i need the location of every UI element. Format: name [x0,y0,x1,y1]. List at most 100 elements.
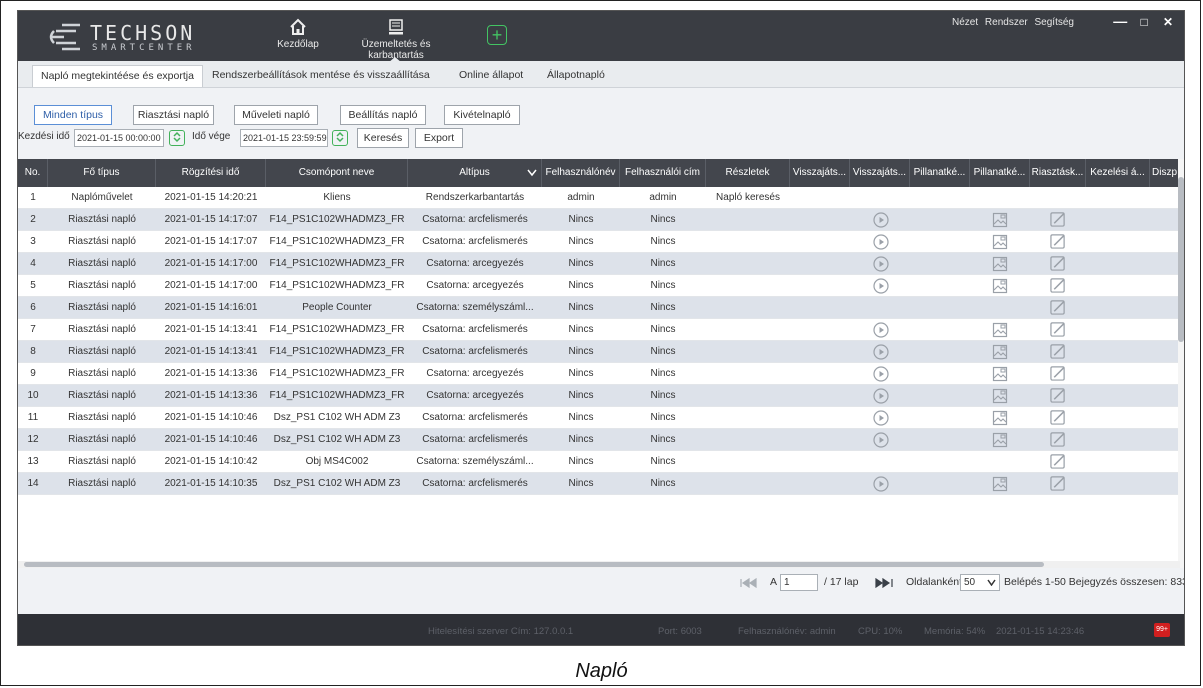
snapshot-icon[interactable] [992,476,1008,492]
snapshot-icon[interactable] [992,278,1008,294]
edit-icon[interactable] [1049,255,1067,271]
per-page-select[interactable]: 50 [960,574,1000,591]
table-row[interactable]: 10 Riasztási napló 2021-01-15 14:13:36 F14_… [18,385,1180,407]
menu-help[interactable]: Segítség [1035,17,1074,28]
first-page-icon[interactable] [739,578,765,588]
col-node-name[interactable]: Csomópont neve [266,159,408,187]
edit-icon[interactable] [1049,321,1067,337]
snapshot-icon[interactable] [992,322,1008,338]
tab-status-log[interactable]: Állapotnapló [539,65,613,87]
snapshot-icon[interactable] [992,388,1008,404]
filter-settings-log[interactable]: Beállítás napló [340,105,426,125]
cell-subtype: Csatorna: arcegyezés [426,280,524,291]
filter-all-types[interactable]: Minden típus [34,105,112,125]
col-subtype[interactable]: Altípus [408,159,542,187]
start-time-spinner[interactable] [169,130,185,146]
menu-system[interactable]: Rendszer [985,17,1028,28]
snapshot-icon[interactable] [992,344,1008,360]
menu-view[interactable]: Nézet [952,17,978,28]
nav-home[interactable]: Kezdőlap [273,17,323,57]
export-button[interactable]: Export [415,128,463,148]
tab-log-view[interactable]: Napló megtekintéése és exportja [32,65,203,87]
page-number-input[interactable]: 1 [780,574,818,591]
table-row[interactable]: 4 Riasztási napló 2021-01-15 14:17:00 F14_P… [18,253,1180,275]
edit-icon[interactable] [1049,343,1067,359]
tab-online-status[interactable]: Online állapot [451,65,531,87]
minimize-button[interactable]: — [1110,13,1130,29]
table-row[interactable]: 1 Naplóművelet 2021-01-15 14:20:21 Kliens Re… [18,187,1180,209]
table-row[interactable]: 14 Riasztási napló 2021-01-15 14:10:35 Dsz_… [18,473,1180,495]
edit-icon[interactable] [1049,475,1067,491]
col-alarm-handling[interactable]: Riasztásk... [1030,159,1086,187]
snapshot-icon[interactable] [992,432,1008,448]
edit-icon[interactable] [1049,233,1067,249]
filter-operation-log[interactable]: Műveleti napló [234,105,318,125]
col-playback-2[interactable]: Visszajáts... [850,159,910,187]
edit-icon[interactable] [1049,299,1067,315]
play-icon[interactable] [873,432,889,448]
edit-icon[interactable] [1049,453,1067,469]
snapshot-icon[interactable] [992,212,1008,228]
table-row[interactable]: 11 Riasztási napló 2021-01-15 14:10:46 Dsz_… [18,407,1180,429]
edit-icon[interactable] [1049,409,1067,425]
table-row[interactable]: 9 Riasztási napló 2021-01-15 14:13:36 F14_P… [18,363,1180,385]
play-icon[interactable] [873,476,889,492]
end-time-field[interactable]: 2021-01-15 23:59:59 [240,129,328,147]
vertical-scroll-thumb[interactable] [1178,177,1184,342]
col-main-type[interactable]: Fő típus [48,159,156,187]
col-playback-1[interactable]: Visszajáts... [790,159,850,187]
play-icon[interactable] [873,410,889,426]
edit-icon[interactable] [1049,211,1067,227]
play-icon[interactable] [873,256,889,272]
table-row[interactable]: 3 Riasztási napló 2021-01-15 14:17:07 F14_P… [18,231,1180,253]
filter-alarm-log[interactable]: Riasztási napló [133,105,214,125]
play-icon[interactable] [873,388,889,404]
start-time-field[interactable]: 2021-01-15 00:00:00 [74,129,164,147]
filter-exception-log[interactable]: Kivételnapló [444,105,520,125]
table-row[interactable]: 2 Riasztási napló 2021-01-15 14:17:07 F14_P… [18,209,1180,231]
edit-icon[interactable] [1049,277,1067,293]
play-icon[interactable] [873,212,889,228]
col-details[interactable]: Részletek [706,159,790,187]
close-button[interactable]: ✕ [1158,15,1178,29]
col-username[interactable]: Felhasználónév [542,159,620,187]
horizontal-scroll-thumb[interactable] [24,562,1044,567]
edit-icon[interactable] [1049,387,1067,403]
end-time-label: Idő vége [192,131,231,142]
play-icon[interactable] [873,234,889,250]
edit-icon[interactable] [1049,431,1067,447]
table-row[interactable]: 8 Riasztási napló 2021-01-15 14:13:41 F14_P… [18,341,1180,363]
alarm-badge-icon[interactable]: 99+ [1154,623,1170,637]
tab-backup-restore[interactable]: Rendszerbeállítások mentése és visszaáll… [204,65,438,87]
play-icon[interactable] [873,322,889,338]
table-row[interactable]: 5 Riasztási napló 2021-01-15 14:17:00 F14_P… [18,275,1180,297]
table-row[interactable]: 6 Riasztási napló 2021-01-15 14:16:01 Peopl… [18,297,1180,319]
add-tab-button[interactable]: + [487,25,507,45]
snapshot-icon[interactable] [992,256,1008,272]
table-row[interactable]: 13 Riasztási napló 2021-01-15 14:10:42 Obj … [18,451,1180,473]
nav-operations[interactable]: Üzemeltetés és karbantartás [336,17,456,63]
col-no[interactable]: No. [18,159,48,187]
maximize-button[interactable]: □ [1134,15,1154,29]
play-icon[interactable] [873,366,889,382]
horizontal-scrollbar[interactable] [18,561,1180,568]
col-record-time[interactable]: Rögzítési idő [156,159,266,187]
col-handling-status[interactable]: Kezelési á... [1086,159,1150,187]
top-bar: TECHSON SMARTCENTER Kezdőlap Üzemeltetés… [18,11,1184,63]
col-dispatch[interactable]: Diszp [1150,159,1180,187]
col-snapshot-1[interactable]: Pillanatké... [910,159,970,187]
snapshot-icon[interactable] [992,234,1008,250]
vertical-scrollbar[interactable] [1178,159,1184,568]
search-button[interactable]: Keresés [357,128,409,148]
col-snapshot-2[interactable]: Pillanatké... [970,159,1030,187]
table-row[interactable]: 7 Riasztási napló 2021-01-15 14:13:41 F14_P… [18,319,1180,341]
snapshot-icon[interactable] [992,410,1008,426]
col-user-address[interactable]: Felhasználói cím [620,159,706,187]
last-page-icon[interactable] [874,578,902,588]
play-icon[interactable] [873,278,889,294]
edit-icon[interactable] [1049,365,1067,381]
end-time-spinner[interactable] [332,130,348,146]
snapshot-icon[interactable] [992,366,1008,382]
play-icon[interactable] [873,344,889,360]
table-row[interactable]: 12 Riasztási napló 2021-01-15 14:10:46 Dsz_… [18,429,1180,451]
